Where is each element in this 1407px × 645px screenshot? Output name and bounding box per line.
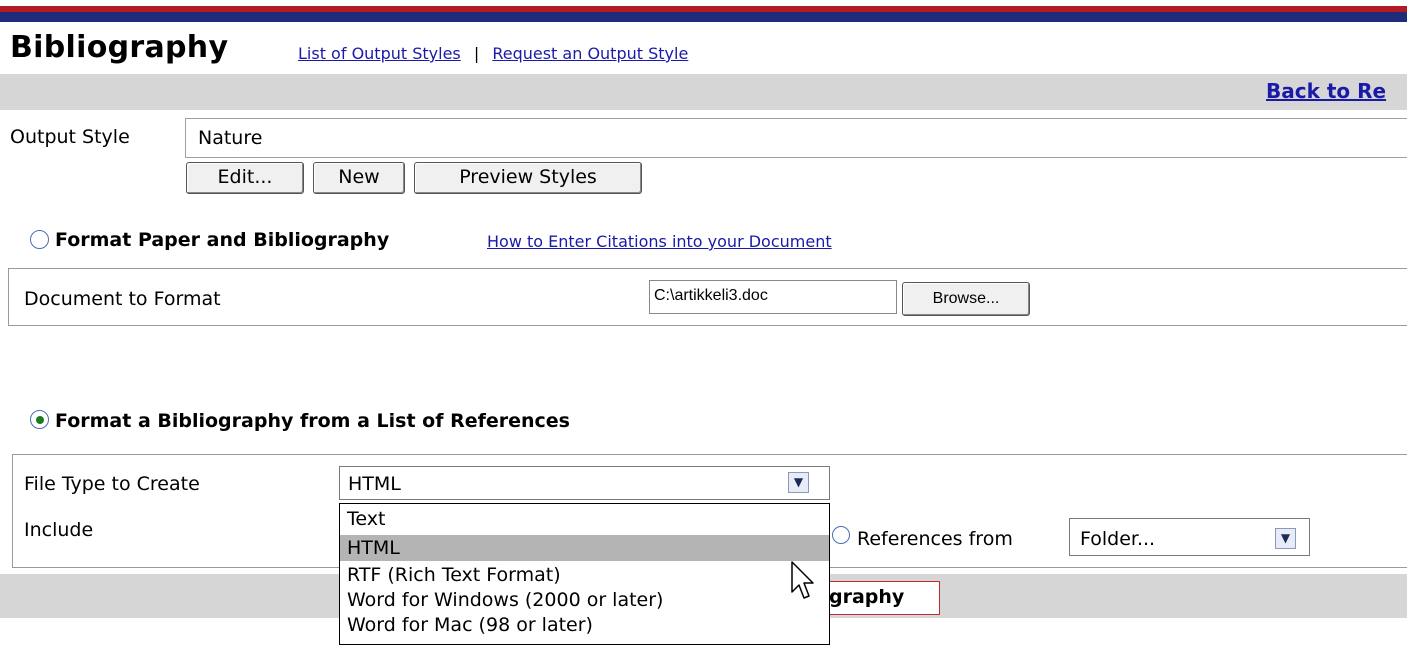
top-stripe-blue [0,12,1407,22]
file-type-option-text[interactable]: Text [340,506,829,532]
format-paper-radio[interactable] [30,230,49,249]
file-type-selected-value: HTML [348,473,401,495]
references-from-select[interactable]: Folder... ▼ [1069,518,1310,556]
radio-selected-dot [36,416,44,424]
document-to-format-label: Document to Format [24,288,221,310]
preview-styles-button[interactable]: Preview Styles [414,162,642,194]
edit-button[interactable]: Edit... [186,162,304,194]
file-type-option-word-windows[interactable]: Word for Windows (2000 or later) [340,587,829,613]
format-paper-heading: Format Paper and Bibliography [55,229,390,251]
format-bibliography-button[interactable]: graphy [818,581,940,615]
how-to-enter-citations-link[interactable]: How to Enter Citations into your Documen… [487,232,832,251]
list-output-styles-link[interactable]: List of Output Styles [298,44,461,63]
format-list-heading: Format a Bibliography from a List of Ref… [55,410,570,432]
output-style-label: Output Style [10,126,130,148]
chevron-down-icon[interactable]: ▼ [788,472,809,493]
top-links: List of Output Styles | Request an Outpu… [298,44,688,63]
references-from-radio[interactable] [832,526,850,544]
page-title: Bibliography [10,30,229,65]
output-style-field[interactable]: Nature [185,118,1407,158]
document-file-input[interactable]: C:\artikkeli3.doc [649,280,897,314]
browse-button[interactable]: Browse... [902,282,1030,316]
references-from-label: References from [857,528,1013,550]
request-output-style-link[interactable]: Request an Output Style [492,44,688,63]
file-type-select[interactable]: HTML ▼ [339,466,830,500]
mouse-pointer-icon [791,561,814,599]
back-link[interactable]: Back to Re [1266,79,1386,103]
file-type-option-word-mac[interactable]: Word for Mac (98 or later) [340,612,829,638]
references-from-value: Folder... [1080,528,1156,550]
submit-label: graphy [829,586,905,608]
include-label: Include [24,519,94,541]
file-type-label: File Type to Create [24,473,200,495]
chevron-down-icon[interactable]: ▼ [1275,528,1296,549]
link-separator: | [473,44,480,63]
file-type-option-html[interactable]: HTML [340,535,829,561]
new-button[interactable]: New [313,162,405,194]
file-type-option-rtf[interactable]: RTF (Rich Text Format) [340,562,829,588]
header-band [0,74,1407,110]
file-type-dropdown-list: Text HTML RTF (Rich Text Format) Word fo… [339,503,830,645]
format-list-radio[interactable] [30,410,49,429]
